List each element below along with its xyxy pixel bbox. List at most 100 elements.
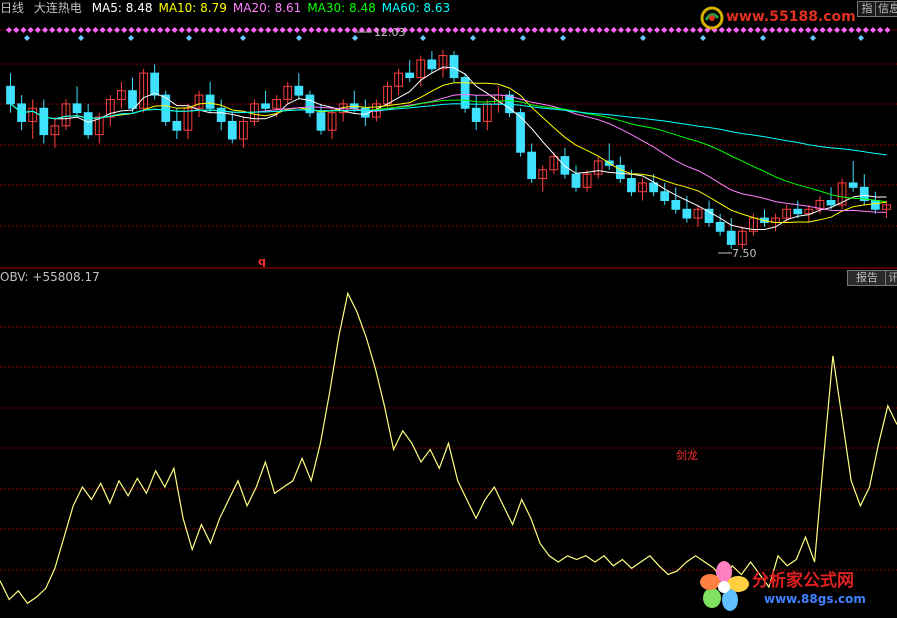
signal-diamond [229,27,236,33]
signal-diamond [459,27,466,33]
signal-diamond [308,27,315,33]
high-price-label: 12.03 [374,26,406,39]
signal-diamond [639,27,646,33]
candle-body [261,103,270,109]
signal-diamond [488,27,495,33]
signal-diamond [99,27,106,33]
candle-body [128,90,137,109]
signal-diamond-blue [352,35,358,41]
signal-diamond [409,27,416,33]
signal-diamond [243,27,250,33]
signal-diamond [646,27,653,33]
signal-diamond [538,27,545,33]
signal-diamond [286,27,293,33]
signal-diamond [49,27,56,33]
period-label[interactable]: 日线 [0,1,24,15]
signal-diamond [690,27,696,33]
bottom-watermark-logo: 分析家公式网 www.88gs.com [698,560,897,615]
candle-body [83,112,93,136]
signal-diamond [438,27,444,33]
signal-diamond [70,27,77,33]
signal-diamond [78,27,84,33]
signal-diamond-blue [640,35,646,41]
signal-diamond [654,27,660,33]
top-tab-index[interactable]: 指 [857,1,877,17]
signal-diamond [121,27,128,33]
signal-diamond-blue [810,35,816,41]
signal-diamond-blue [78,35,84,41]
candle-body [571,173,581,188]
signal-diamond [207,27,214,33]
signal-diamond [315,27,322,33]
candle-body [172,120,182,131]
signal-diamond [114,27,120,33]
signal-diamond [430,27,437,33]
candle-body [449,55,459,79]
signal-diamond [34,27,41,33]
signal-diamond [272,27,279,33]
candle-body [726,230,736,245]
signal-diamond [250,27,257,33]
ma-item-1: MA10: 8.79 [158,1,227,15]
candle-body [660,191,670,202]
ma60-line [10,103,887,156]
candle-body [6,85,15,105]
indicator-header: 日线 大连热电 MA5: 8.48 MA10: 8.79 MA20: 8.61 MA3… [0,0,462,16]
candle-body [205,94,215,109]
signal-diamond [495,27,502,33]
signal-diamond [186,27,192,33]
candle-body [427,59,437,70]
candle-body [527,151,537,180]
signal-diamond [675,27,682,33]
tab-report[interactable]: 报告 [847,270,887,286]
candle-body [793,208,803,215]
signal-diamond [474,27,480,33]
signal-diamond [344,27,351,33]
marker-q: q [258,255,266,268]
signal-diamond [445,27,452,33]
signal-diamond [502,27,509,33]
signal-diamond [574,27,581,33]
top-watermark-logo: www.55188.com [700,6,856,30]
signal-diamond [582,27,588,33]
signal-diamond [128,27,135,33]
signal-diamond [603,27,610,33]
signal-diamond [236,27,243,33]
signal-diamond [222,27,228,33]
signal-diamond-blue [700,35,706,41]
signal-diamond [510,27,516,33]
tab-news[interactable]: 讯 [885,270,897,286]
candle-body [870,200,880,210]
low-price-label: 7.50 [732,247,757,260]
signal-diamond [877,27,884,33]
candle-body [671,200,681,210]
price-obv-chart[interactable] [0,0,897,615]
signal-diamond [171,27,178,33]
signal-diamond [164,27,171,33]
stock-name: 大连热电 [33,1,82,15]
signal-diamond-blue [186,35,192,41]
signal-diamond [661,27,668,33]
signal-diamond [42,27,48,33]
signal-diamond [337,27,344,33]
ma5-line [10,66,887,230]
candle-body [848,182,858,188]
candle-body [39,107,49,136]
signal-diamond [85,27,92,33]
signal-diamond [416,27,423,33]
signal-diamond-blue [858,35,864,41]
signal-diamond [142,27,149,33]
signal-diamond-blue [24,35,30,41]
top-tab-info[interactable]: 信息 [875,1,897,17]
signal-diamond-blue [420,35,426,41]
signal-diamond-blue [560,35,566,41]
ma30-line [10,99,887,203]
swirl-logo-icon [700,6,724,30]
signal-diamond [682,27,689,33]
candle-body [72,103,82,114]
signal-diamond [466,27,473,33]
signal-diamond [322,27,329,33]
signal-diamond [13,27,20,33]
signal-diamond [92,27,99,33]
signal-diamond [106,27,113,33]
